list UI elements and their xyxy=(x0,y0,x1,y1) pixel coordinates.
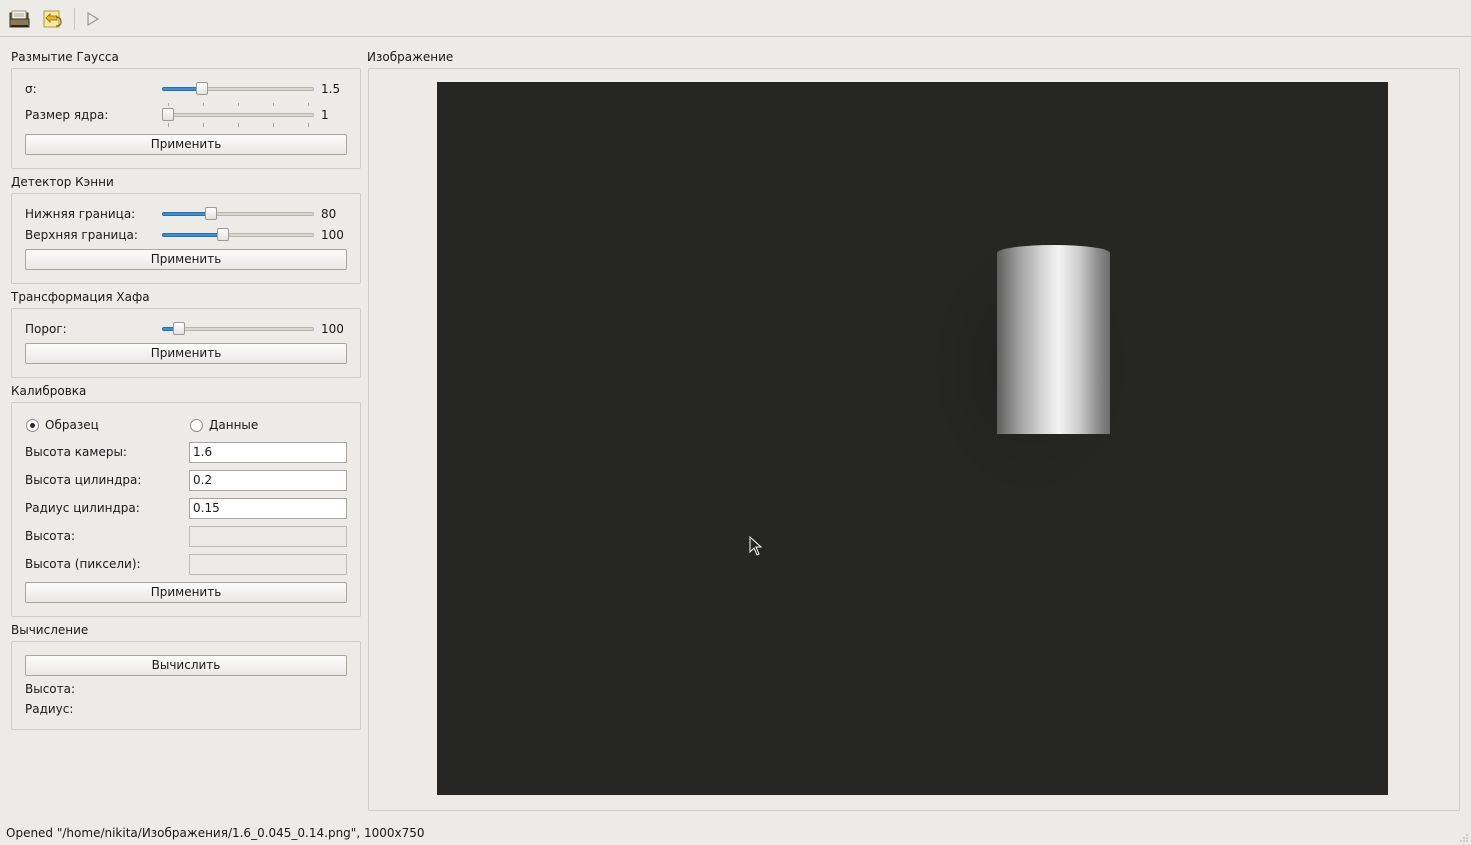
canny-group-title: Детектор Кэнни xyxy=(11,175,114,189)
toolbar xyxy=(0,0,1471,37)
slider-tick xyxy=(203,103,204,106)
resize-grip-icon[interactable] xyxy=(1459,833,1469,843)
gauss-apply-button[interactable]: Применить xyxy=(25,134,347,155)
calibration-apply-button[interactable]: Применить xyxy=(25,582,347,603)
slider-handle[interactable] xyxy=(162,108,174,121)
upper-threshold-label: Верхняя граница: xyxy=(25,228,138,242)
camera-height-label: Высота камеры: xyxy=(25,445,127,459)
slider-fill xyxy=(162,212,212,216)
image-panel-title: Изображение xyxy=(367,50,454,64)
upper-threshold-slider[interactable] xyxy=(162,228,314,244)
canny-apply-button[interactable]: Применить xyxy=(25,249,347,270)
slider-groove xyxy=(162,113,314,117)
compute-group: Вычислить Высота: Радиус: xyxy=(11,641,361,730)
cylinder-radius-input[interactable]: 0.15 xyxy=(189,498,347,519)
compute-group-title: Вычисление xyxy=(11,623,89,637)
slider-tick xyxy=(273,103,274,106)
cylinder-radius-label: Радиус цилиндра: xyxy=(25,501,140,515)
open-file-button[interactable] xyxy=(8,7,32,31)
status-text: Opened "/home/nikita/Изображения/1.6_0.0… xyxy=(6,826,425,840)
calibration-group-title: Калибровка xyxy=(11,384,87,398)
slider-tick xyxy=(238,123,239,127)
slider-tick xyxy=(308,123,309,127)
reload-button[interactable] xyxy=(41,7,65,31)
result-radius-label: Радиус: xyxy=(25,702,74,716)
slider-tick xyxy=(203,123,204,127)
height-pixels-label: Высота (пиксели): xyxy=(25,557,141,571)
radio-data[interactable] xyxy=(190,419,203,432)
height-label: Высота: xyxy=(25,529,76,543)
toolbar-separator xyxy=(74,8,75,30)
compute-button[interactable]: Вычислить xyxy=(25,655,347,676)
image-view[interactable] xyxy=(437,82,1388,795)
slider-tick xyxy=(273,123,274,127)
slider-handle[interactable] xyxy=(195,82,208,95)
folder-open-icon xyxy=(9,10,30,28)
play-icon xyxy=(87,11,100,27)
slider-handle[interactable] xyxy=(205,207,218,220)
cylinder-height-label: Высота цилиндра: xyxy=(25,473,142,487)
hough-group: Порог: 100 Применить xyxy=(11,308,361,378)
threshold-label: Порог: xyxy=(25,322,67,336)
lower-threshold-label: Нижняя граница: xyxy=(25,207,136,221)
lower-threshold-value: 80 xyxy=(321,207,337,221)
slider-tick xyxy=(308,103,309,106)
calibration-group: Образец Данные Высота камеры: 1.6 Высота… xyxy=(11,402,361,617)
slider-handle[interactable] xyxy=(216,228,229,241)
cylinder-height-input[interactable]: 0.2 xyxy=(189,470,347,491)
run-button[interactable] xyxy=(80,7,104,31)
slider-tick xyxy=(238,103,239,106)
slider-handle[interactable] xyxy=(173,322,186,335)
threshold-value: 100 xyxy=(321,322,344,336)
lower-threshold-slider[interactable] xyxy=(162,207,314,223)
reload-icon xyxy=(43,10,62,28)
threshold-slider[interactable] xyxy=(162,322,314,338)
gauss-group-title: Размытие Гаусса xyxy=(11,50,119,64)
radio-data-label[interactable]: Данные xyxy=(209,418,258,432)
status-bar: Opened "/home/nikita/Изображения/1.6_0.0… xyxy=(0,822,1471,845)
height-input xyxy=(189,526,347,547)
radio-sample-label[interactable]: Образец xyxy=(45,418,99,432)
slider-tick xyxy=(168,103,169,106)
kernel-size-label: Размер ядра: xyxy=(25,108,109,122)
radio-sample[interactable] xyxy=(26,419,39,432)
sigma-slider[interactable] xyxy=(162,82,314,98)
result-height-label: Высота: xyxy=(25,682,76,696)
hough-apply-button[interactable]: Применить xyxy=(25,343,347,364)
cylinder-object xyxy=(997,245,1110,434)
gauss-group: σ: 1.5 Размер ядра: 1 Применить xyxy=(11,68,361,169)
mouse-cursor-icon xyxy=(749,536,763,556)
height-pixels-input xyxy=(189,554,347,575)
slider-tick xyxy=(168,123,169,127)
upper-threshold-value: 100 xyxy=(321,228,344,242)
kernel-size-slider[interactable] xyxy=(162,103,314,127)
sigma-label: σ: xyxy=(25,82,37,96)
camera-height-input[interactable]: 1.6 xyxy=(189,442,347,463)
hough-group-title: Трансформация Хафа xyxy=(11,290,150,304)
canny-group: Нижняя граница: 80 Верхняя граница: 100 … xyxy=(11,193,361,284)
slider-fill xyxy=(162,233,223,237)
sigma-value: 1.5 xyxy=(321,82,341,96)
radio-selected-dot xyxy=(30,423,35,428)
kernel-size-value: 1 xyxy=(321,108,329,122)
